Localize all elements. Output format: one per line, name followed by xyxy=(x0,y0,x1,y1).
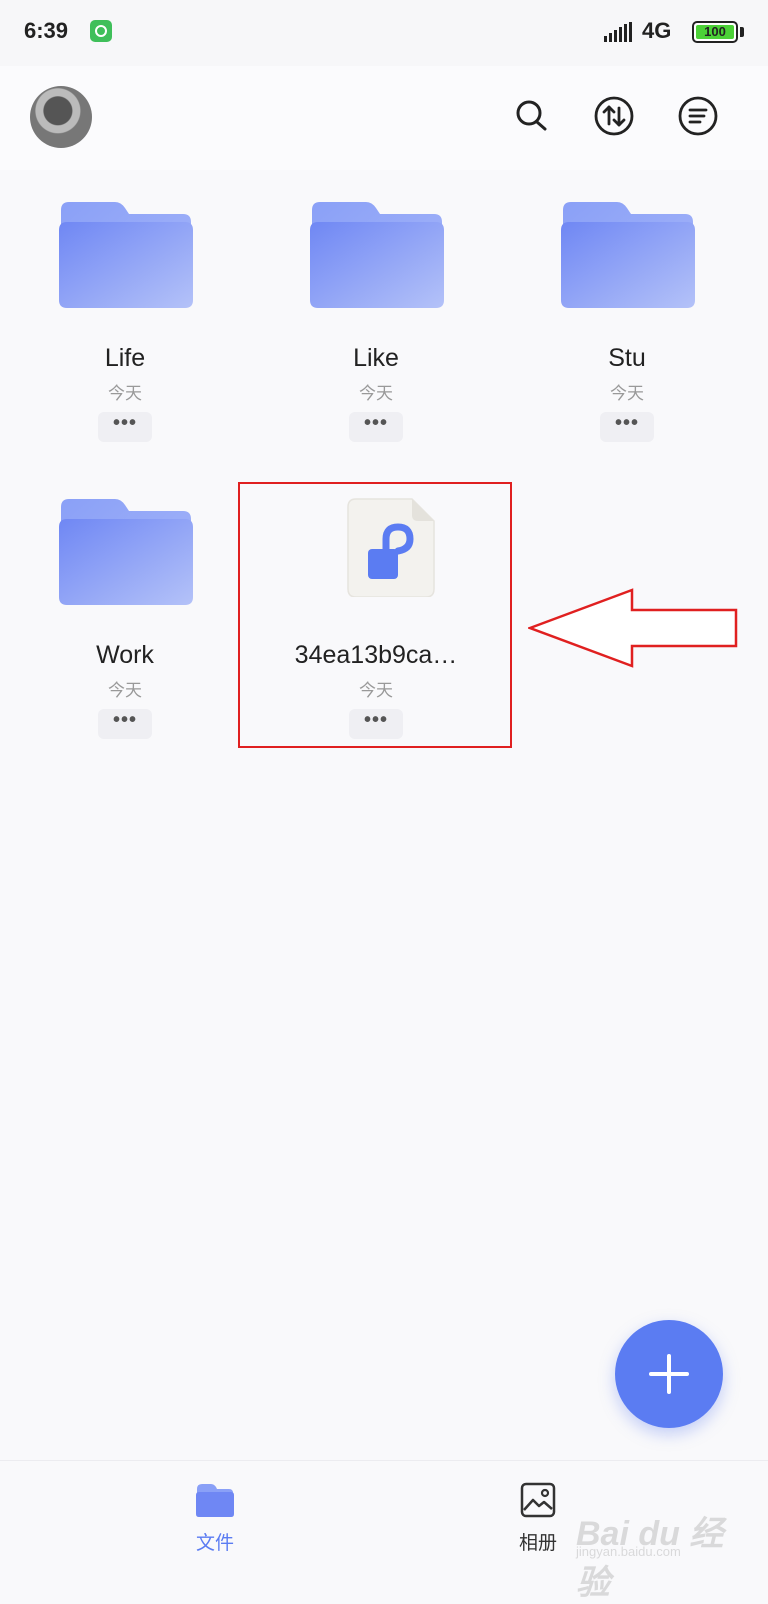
item-date: 今天 xyxy=(359,384,393,403)
transfer-icon xyxy=(594,96,634,136)
tab-label: 文件 xyxy=(195,1533,234,1554)
battery-level: 100 xyxy=(704,24,726,39)
more-options-button[interactable]: ••• xyxy=(600,412,654,442)
folder-icon xyxy=(59,202,193,308)
item-date: 今天 xyxy=(108,384,142,403)
folder-icon xyxy=(59,499,193,605)
add-button[interactable] xyxy=(615,1320,723,1428)
item-name: Like xyxy=(353,344,399,372)
folder-item-life[interactable]: Life 今天 ••• xyxy=(0,200,250,480)
network-type: 4G xyxy=(642,18,672,43)
item-name: Work xyxy=(96,641,154,669)
highlight-box xyxy=(238,482,512,748)
item-name: Life xyxy=(104,344,146,372)
cat-face-icon xyxy=(90,20,112,42)
folder-item-stu[interactable]: Stu 今天 ••• xyxy=(502,200,752,480)
transfer-button[interactable] xyxy=(592,94,636,138)
folder-item-like[interactable]: Like 今天 ••• xyxy=(251,200,501,480)
more-options-button[interactable]: ••• xyxy=(98,709,152,739)
folder-icon xyxy=(310,202,444,308)
signal-icon xyxy=(604,22,632,42)
search-button[interactable] xyxy=(510,94,554,138)
album-icon xyxy=(520,1482,556,1518)
plus-icon xyxy=(649,1354,689,1394)
folder-item-work[interactable]: Work 今天 ••• xyxy=(0,497,250,777)
item-date: 今天 xyxy=(610,384,644,403)
tab-files[interactable]: 文件 xyxy=(155,1476,275,1576)
more-options-button[interactable]: ••• xyxy=(98,412,152,442)
battery-cap xyxy=(740,27,744,37)
annotation-arrow-icon xyxy=(528,588,738,668)
sort-menu-button[interactable] xyxy=(676,94,720,138)
status-time: 6:39 xyxy=(24,18,69,43)
watermark-url: jingyan.baidu.com xyxy=(576,1544,681,1559)
sort-menu-icon xyxy=(678,96,718,136)
battery-icon: 100 xyxy=(692,21,738,43)
more-options-button[interactable]: ••• xyxy=(349,412,403,442)
watermark: Bai du 经验 jingyan.baidu.com xyxy=(576,1506,756,1602)
search-icon xyxy=(516,100,547,131)
folder-icon xyxy=(196,1484,234,1517)
app-header xyxy=(0,66,768,170)
folder-icon xyxy=(561,202,695,308)
item-date: 今天 xyxy=(108,681,142,700)
avatar[interactable] xyxy=(30,86,92,148)
item-name: Stu xyxy=(608,344,646,372)
